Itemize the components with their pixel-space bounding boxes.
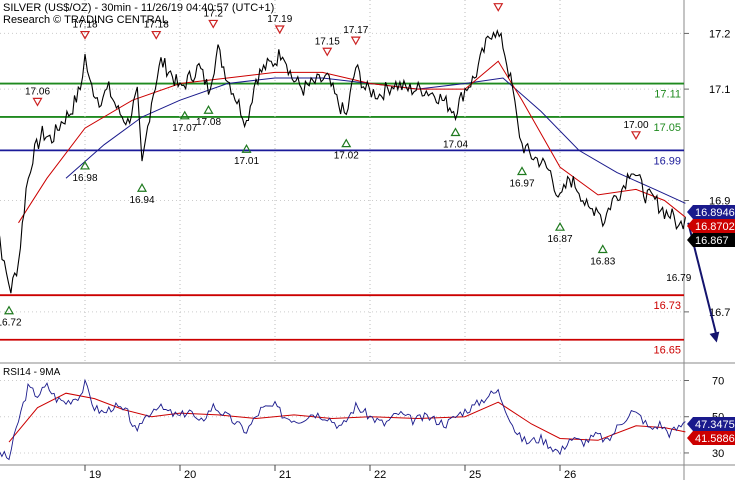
swing-low-marker — [136, 183, 148, 192]
price-tag-label: 16.8702 — [695, 221, 735, 233]
swing-low-label: 16.94 — [129, 195, 154, 206]
swing-high-label: 17.23 — [486, 0, 511, 3]
swing-low-marker — [450, 127, 461, 137]
swing-high-marker — [630, 131, 642, 141]
level-label: 16.73 — [653, 300, 681, 312]
rsi-series — [0, 378, 686, 461]
swing-high-label: 17.00 — [623, 120, 648, 131]
price-tag-label: 16.867 — [695, 235, 729, 247]
price-series — [0, 28, 686, 294]
price-y-tick-label: 17.1 — [709, 84, 730, 96]
swing-low-label: 16.98 — [72, 173, 97, 184]
x-tick-label: 25 — [469, 469, 481, 480]
swing-low-label: 16.97 — [509, 179, 534, 190]
swing-low-marker — [516, 166, 528, 176]
x-tick-label: 26 — [564, 469, 576, 480]
swing-low-label: 16.87 — [547, 234, 572, 245]
x-tick-label: 21 — [279, 469, 291, 480]
forecast-arrow-head — [709, 331, 720, 343]
swing-high-marker — [350, 36, 361, 46]
level-label: 17.05 — [653, 122, 681, 134]
swing-high-marker — [322, 47, 333, 57]
x-tick-label: 20 — [184, 469, 196, 480]
rsi-moving-average — [8, 392, 686, 443]
swing-high-marker — [274, 25, 285, 35]
swing-high-label: 17.19 — [267, 14, 292, 25]
swing-high-label: 17.2 — [204, 8, 224, 19]
rsi-y-tick-label: 70 — [712, 375, 724, 387]
moving-average-blue — [65, 77, 686, 204]
swing-high-marker — [32, 97, 43, 107]
price-y-tick-label: 17.2 — [709, 28, 730, 40]
chart-canvas: 17.11 17.05 16.99 16.73 16.65 19 20 21 22 25 26 1… — [0, 0, 735, 480]
x-tick-label: 22 — [374, 469, 386, 480]
swing-low-label: 17.04 — [443, 140, 468, 151]
swing-low-marker — [341, 138, 352, 148]
target-label: 16.79 — [666, 273, 691, 284]
swing-high-marker — [208, 19, 219, 29]
swing-low-label: 17.07 — [172, 123, 197, 134]
swing-high-label: 17.18 — [72, 20, 97, 31]
swing-low-label: 17.08 — [196, 117, 221, 128]
swing-low-label: 17.01 — [234, 156, 259, 167]
swing-low-label: 16.83 — [590, 256, 615, 267]
x-tick-label: 19 — [89, 469, 101, 480]
swing-high-label: 17.18 — [144, 20, 169, 31]
price-tag-label: 16.8946 — [695, 207, 735, 219]
level-label: 17.11 — [654, 89, 681, 101]
rsi-y-tick-label: 30 — [712, 448, 724, 460]
level-label: 16.65 — [653, 345, 681, 357]
rsi-tag-label: 41.5886 — [695, 433, 735, 445]
swing-low-marker — [554, 221, 566, 231]
rsi-tag-label: 47.3475 — [695, 419, 735, 431]
swing-high-label: 17.17 — [343, 25, 368, 36]
swing-low-marker — [79, 160, 91, 170]
moving-average-red — [18, 60, 686, 224]
swing-low-marker — [3, 305, 15, 315]
swing-high-marker — [493, 3, 504, 12]
swing-high-label: 17.15 — [315, 36, 340, 47]
swing-high-label: 17.06 — [25, 86, 50, 97]
swing-low-label: 16.72 — [0, 318, 22, 329]
swing-low-label: 17.02 — [334, 151, 359, 162]
swing-low-marker — [203, 105, 214, 114]
swing-low-marker — [597, 244, 608, 254]
level-label: 16.99 — [653, 155, 681, 167]
swing-high-marker — [151, 30, 162, 40]
